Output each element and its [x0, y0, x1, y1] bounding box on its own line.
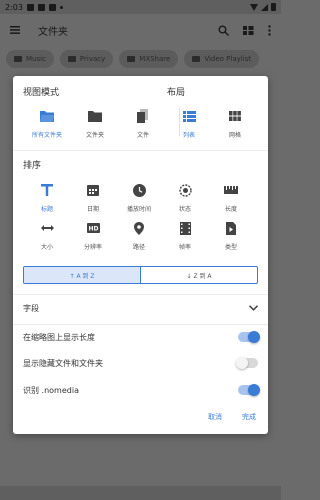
signal-icon — [261, 3, 268, 11]
show-length-toggle[interactable] — [238, 331, 260, 343]
divider — [13, 150, 268, 151]
divider — [13, 294, 268, 295]
ruler-icon — [224, 186, 238, 194]
status-bar: 2:03 — [0, 0, 281, 14]
title-icon — [41, 184, 53, 196]
folder-icon — [88, 111, 102, 122]
navigation-bar — [0, 486, 281, 500]
grid-icon — [229, 111, 241, 121]
sort-play-time-option[interactable]: 播放时间 — [117, 182, 161, 213]
sort-frame-rate-option[interactable]: 帧率 — [163, 220, 207, 251]
toggle-knob — [236, 357, 248, 369]
folder-icon — [14, 56, 22, 62]
sort-resolution-option[interactable]: HD 分辨率 — [71, 220, 115, 251]
layout-list[interactable]: 列表 — [167, 108, 211, 139]
list-icon — [182, 110, 196, 122]
show-hidden-toggle[interactable] — [236, 357, 258, 369]
location-icon — [134, 221, 144, 235]
sort-type-option[interactable]: 类型 — [209, 220, 253, 251]
option-label: 显示隐藏文件和文件夹 — [23, 358, 103, 368]
sort-title: 排序 — [23, 161, 42, 171]
page-title: 文件夹 — [38, 26, 68, 38]
option-show-length: 在缩略图上显示长度 — [23, 327, 260, 347]
view-mode-files[interactable]: 文件 — [121, 108, 165, 139]
share-icon — [127, 56, 136, 62]
view-mode-folders[interactable]: 文件夹 — [73, 108, 117, 139]
more-options-icon[interactable] — [268, 24, 271, 36]
nomedia-toggle[interactable] — [238, 384, 260, 396]
clock: 2:03 — [5, 2, 23, 12]
chip-privacy[interactable]: Privacy — [59, 50, 114, 68]
view-mode-title: 视图模式 — [23, 88, 60, 98]
size-icon — [40, 225, 54, 231]
clock-icon — [132, 183, 146, 197]
option-nomedia: 识别 .nomedia — [23, 380, 260, 400]
hd-icon: HD — [86, 223, 100, 233]
chip-mxshare[interactable]: MXShare — [119, 50, 179, 68]
playlist-icon — [192, 56, 201, 62]
sort-length-option[interactable]: 长度 — [209, 182, 253, 213]
view-mode-all-folders[interactable]: 所有文件夹 — [25, 108, 69, 139]
file-icon — [137, 109, 148, 123]
dialog-actions: 取消 完成 — [208, 412, 256, 422]
film-icon — [179, 221, 191, 235]
layout-title: 布局 — [167, 88, 186, 98]
chip-music[interactable]: Music — [6, 50, 54, 68]
folder-icon — [67, 56, 76, 62]
fields-label: 字段 — [23, 303, 39, 313]
notification-icon — [37, 3, 45, 11]
wifi-icon — [250, 3, 258, 11]
done-button[interactable]: 完成 — [242, 412, 256, 422]
sort-asc-button[interactable]: ↑ A 到 Z — [24, 267, 141, 283]
sort-date-option[interactable]: 日期 — [71, 182, 115, 213]
notification-icon — [48, 3, 56, 11]
cancel-button[interactable]: 取消 — [208, 412, 222, 422]
option-label: 在缩略图上显示长度 — [23, 332, 95, 342]
more-notifications-icon — [59, 5, 63, 9]
folder-chips: Music Privacy MXShare Video Playlist — [6, 50, 260, 68]
view-options-dialog: 视图模式 布局 所有文件夹 文件夹 文件 列表 网格 排序 标题 日期 播放时间… — [13, 76, 268, 434]
sort-size-option[interactable]: 大小 — [25, 220, 69, 251]
calendar-icon — [87, 185, 99, 196]
divider — [13, 324, 268, 325]
status-icon — [178, 183, 192, 197]
sort-status-option[interactable]: 状态 — [163, 182, 207, 213]
layout-grid[interactable]: 网格 — [213, 108, 257, 139]
sort-desc-button[interactable]: ↓ Z 到 A — [141, 267, 257, 283]
search-icon[interactable] — [218, 25, 229, 36]
app-bar: 文件夹 — [0, 14, 281, 46]
toggle-knob — [248, 331, 260, 343]
sort-direction-toggle: ↑ A 到 Z ↓ Z 到 A — [23, 266, 258, 284]
battery-icon — [271, 3, 276, 11]
view-layout-icon[interactable] — [243, 25, 254, 35]
sort-path-option[interactable]: 路径 — [117, 220, 161, 251]
option-show-hidden: 显示隐藏文件和文件夹 — [23, 353, 258, 373]
download-icon — [26, 3, 34, 11]
menu-icon[interactable] — [10, 26, 20, 34]
svg-text:HD: HD — [88, 226, 98, 233]
file-type-icon — [226, 221, 236, 235]
sort-title-option[interactable]: 标题 — [25, 182, 69, 213]
chip-video-playlist[interactable]: Video Playlist — [184, 50, 260, 68]
folder-open-icon — [40, 111, 54, 122]
fields-expander[interactable]: 字段 — [23, 298, 258, 318]
toggle-knob — [248, 384, 260, 396]
chevron-down-icon — [249, 305, 258, 311]
option-label: 识别 .nomedia — [23, 385, 79, 395]
